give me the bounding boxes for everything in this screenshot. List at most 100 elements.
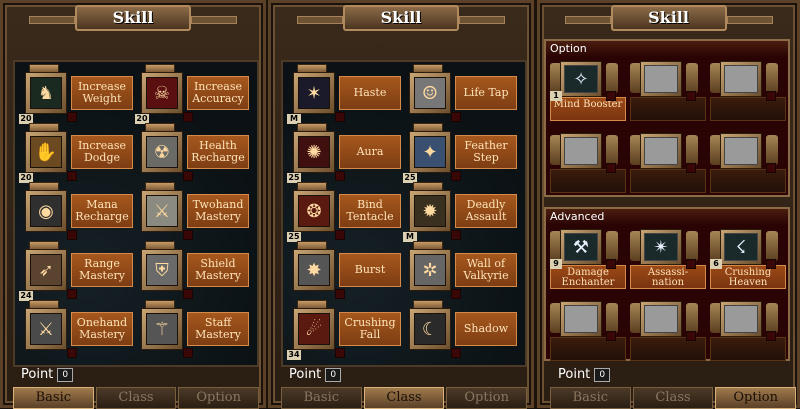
skill-slot[interactable]: ✶ Haste M [287,64,405,124]
tab-basic[interactable]: Basic [550,387,631,409]
tab-class[interactable]: Class [632,387,714,409]
skill-slot[interactable]: ☺ Life Tap [403,64,521,122]
option-icon-frame[interactable] [640,133,682,169]
skill-slot[interactable]: ➶ Range Mastery 24 [19,241,137,301]
skill-plus-button[interactable] [335,289,345,299]
option-icon-frame[interactable]: ⚒ [560,229,602,265]
skill-icon[interactable]: ☢ [146,136,178,168]
skill-icon-frame[interactable]: ❂ [293,190,335,232]
skill-icon[interactable]: ⛨ [146,254,178,286]
skill-icon-frame[interactable]: ✲ [409,249,451,291]
skill-slot[interactable]: ☾ Shadow [403,300,521,358]
skill-slot[interactable]: ☠ Increase Accuracy 20 [135,64,253,124]
skill-slot[interactable]: ☄ Crushing Fall 34 [287,300,405,360]
skill-icon-frame[interactable]: ⚚ [141,308,183,350]
option-slot[interactable] [630,299,706,361]
skill-icon[interactable]: ✴ [644,233,678,261]
skill-plus-button[interactable] [67,171,77,181]
skill-plus-button[interactable] [183,112,193,122]
skill-plus-button[interactable] [686,91,696,101]
skill-icon[interactable]: ☄ [298,313,330,345]
skill-plus-button[interactable] [766,259,776,269]
skill-icon-frame[interactable]: ☺ [409,72,451,114]
skill-icon-frame[interactable]: ✹ [409,190,451,232]
empty-slot-icon[interactable] [724,137,758,165]
option-icon-frame[interactable] [640,301,682,337]
tab-class[interactable]: Class [363,387,445,409]
skill-plus-button[interactable] [686,163,696,173]
option-icon-frame[interactable]: ✧ [560,61,602,97]
skill-icon[interactable]: ☇ [724,233,758,261]
skill-icon[interactable]: ⚒ [564,233,598,261]
skill-plus-button[interactable] [686,331,696,341]
skill-plus-button[interactable] [606,331,616,341]
skill-slot[interactable]: ⚔ Twohand Mastery [135,182,253,240]
skill-icon-frame[interactable]: ☠ [141,72,183,114]
skill-slot[interactable]: ✦ Feather Step 25 [403,123,521,183]
skill-icon-frame[interactable]: ✺ [293,131,335,173]
skill-icon[interactable]: ✶ [298,77,330,109]
skill-icon[interactable]: ❂ [298,195,330,227]
skill-icon[interactable]: ☾ [414,313,446,345]
skill-icon[interactable]: ✸ [298,254,330,286]
option-icon-frame[interactable] [640,61,682,97]
tab-basic[interactable]: Basic [281,387,362,409]
skill-slot[interactable]: ✺ Aura 25 [287,123,405,183]
skill-icon[interactable]: ⚚ [146,313,178,345]
option-slot[interactable] [710,299,786,361]
skill-icon[interactable]: ⚔ [146,195,178,227]
skill-slot[interactable]: ❂ Bind Tentacle 25 [287,182,405,242]
skill-icon[interactable]: ➶ [30,254,62,286]
skill-icon[interactable]: ✧ [564,65,598,93]
skill-plus-button[interactable] [67,348,77,358]
skill-icon[interactable]: ✲ [414,254,446,286]
option-icon-frame[interactable] [720,133,762,169]
skill-icon-frame[interactable]: ☢ [141,131,183,173]
skill-plus-button[interactable] [335,112,345,122]
skill-plus-button[interactable] [335,348,345,358]
skill-icon[interactable]: ✦ [414,136,446,168]
skill-plus-button[interactable] [766,163,776,173]
skill-icon-frame[interactable]: ◉ [25,190,67,232]
option-icon-frame[interactable] [560,301,602,337]
skill-plus-button[interactable] [67,289,77,299]
skill-plus-button[interactable] [606,91,616,101]
skill-slot[interactable]: ♞ Increase Weight 20 [19,64,137,124]
skill-plus-button[interactable] [335,230,345,240]
skill-icon-frame[interactable]: ⛨ [141,249,183,291]
skill-icon[interactable]: ✹ [414,195,446,227]
tab-option[interactable]: Option [715,387,797,409]
skill-plus-button[interactable] [686,259,696,269]
tab-option[interactable]: Option [446,387,528,409]
skill-slot[interactable]: ✲ Wall of Valkyrie [403,241,521,299]
skill-plus-button[interactable] [183,289,193,299]
skill-slot[interactable]: ✹ Deadly Assault M [403,182,521,242]
tab-option[interactable]: Option [178,387,260,409]
skill-icon-frame[interactable]: ☾ [409,308,451,350]
skill-slot[interactable]: ✸ Burst [287,241,405,299]
skill-plus-button[interactable] [335,171,345,181]
skill-icon-frame[interactable]: ♞ [25,72,67,114]
skill-icon-frame[interactable]: ✶ [293,72,335,114]
skill-plus-button[interactable] [183,171,193,181]
skill-plus-button[interactable] [451,112,461,122]
empty-slot-icon[interactable] [644,305,678,333]
skill-icon-frame[interactable]: ➶ [25,249,67,291]
skill-plus-button[interactable] [451,348,461,358]
skill-slot[interactable]: ⚚ Staff Mastery [135,300,253,358]
option-slot[interactable] [630,59,706,121]
skill-plus-button[interactable] [183,348,193,358]
option-icon-frame[interactable] [560,133,602,169]
skill-plus-button[interactable] [606,163,616,173]
option-slot[interactable] [630,131,706,193]
option-slot[interactable] [550,299,626,361]
skill-icon[interactable]: ☺ [414,77,446,109]
skill-plus-button[interactable] [606,259,616,269]
skill-plus-button[interactable] [766,91,776,101]
skill-icon-frame[interactable]: ✦ [409,131,451,173]
tab-basic[interactable]: Basic [13,387,94,409]
skill-slot[interactable]: ☢ Health Recharge [135,123,253,181]
empty-slot-icon[interactable] [724,305,758,333]
skill-plus-button[interactable] [183,230,193,240]
option-icon-frame[interactable]: ✴ [640,229,682,265]
